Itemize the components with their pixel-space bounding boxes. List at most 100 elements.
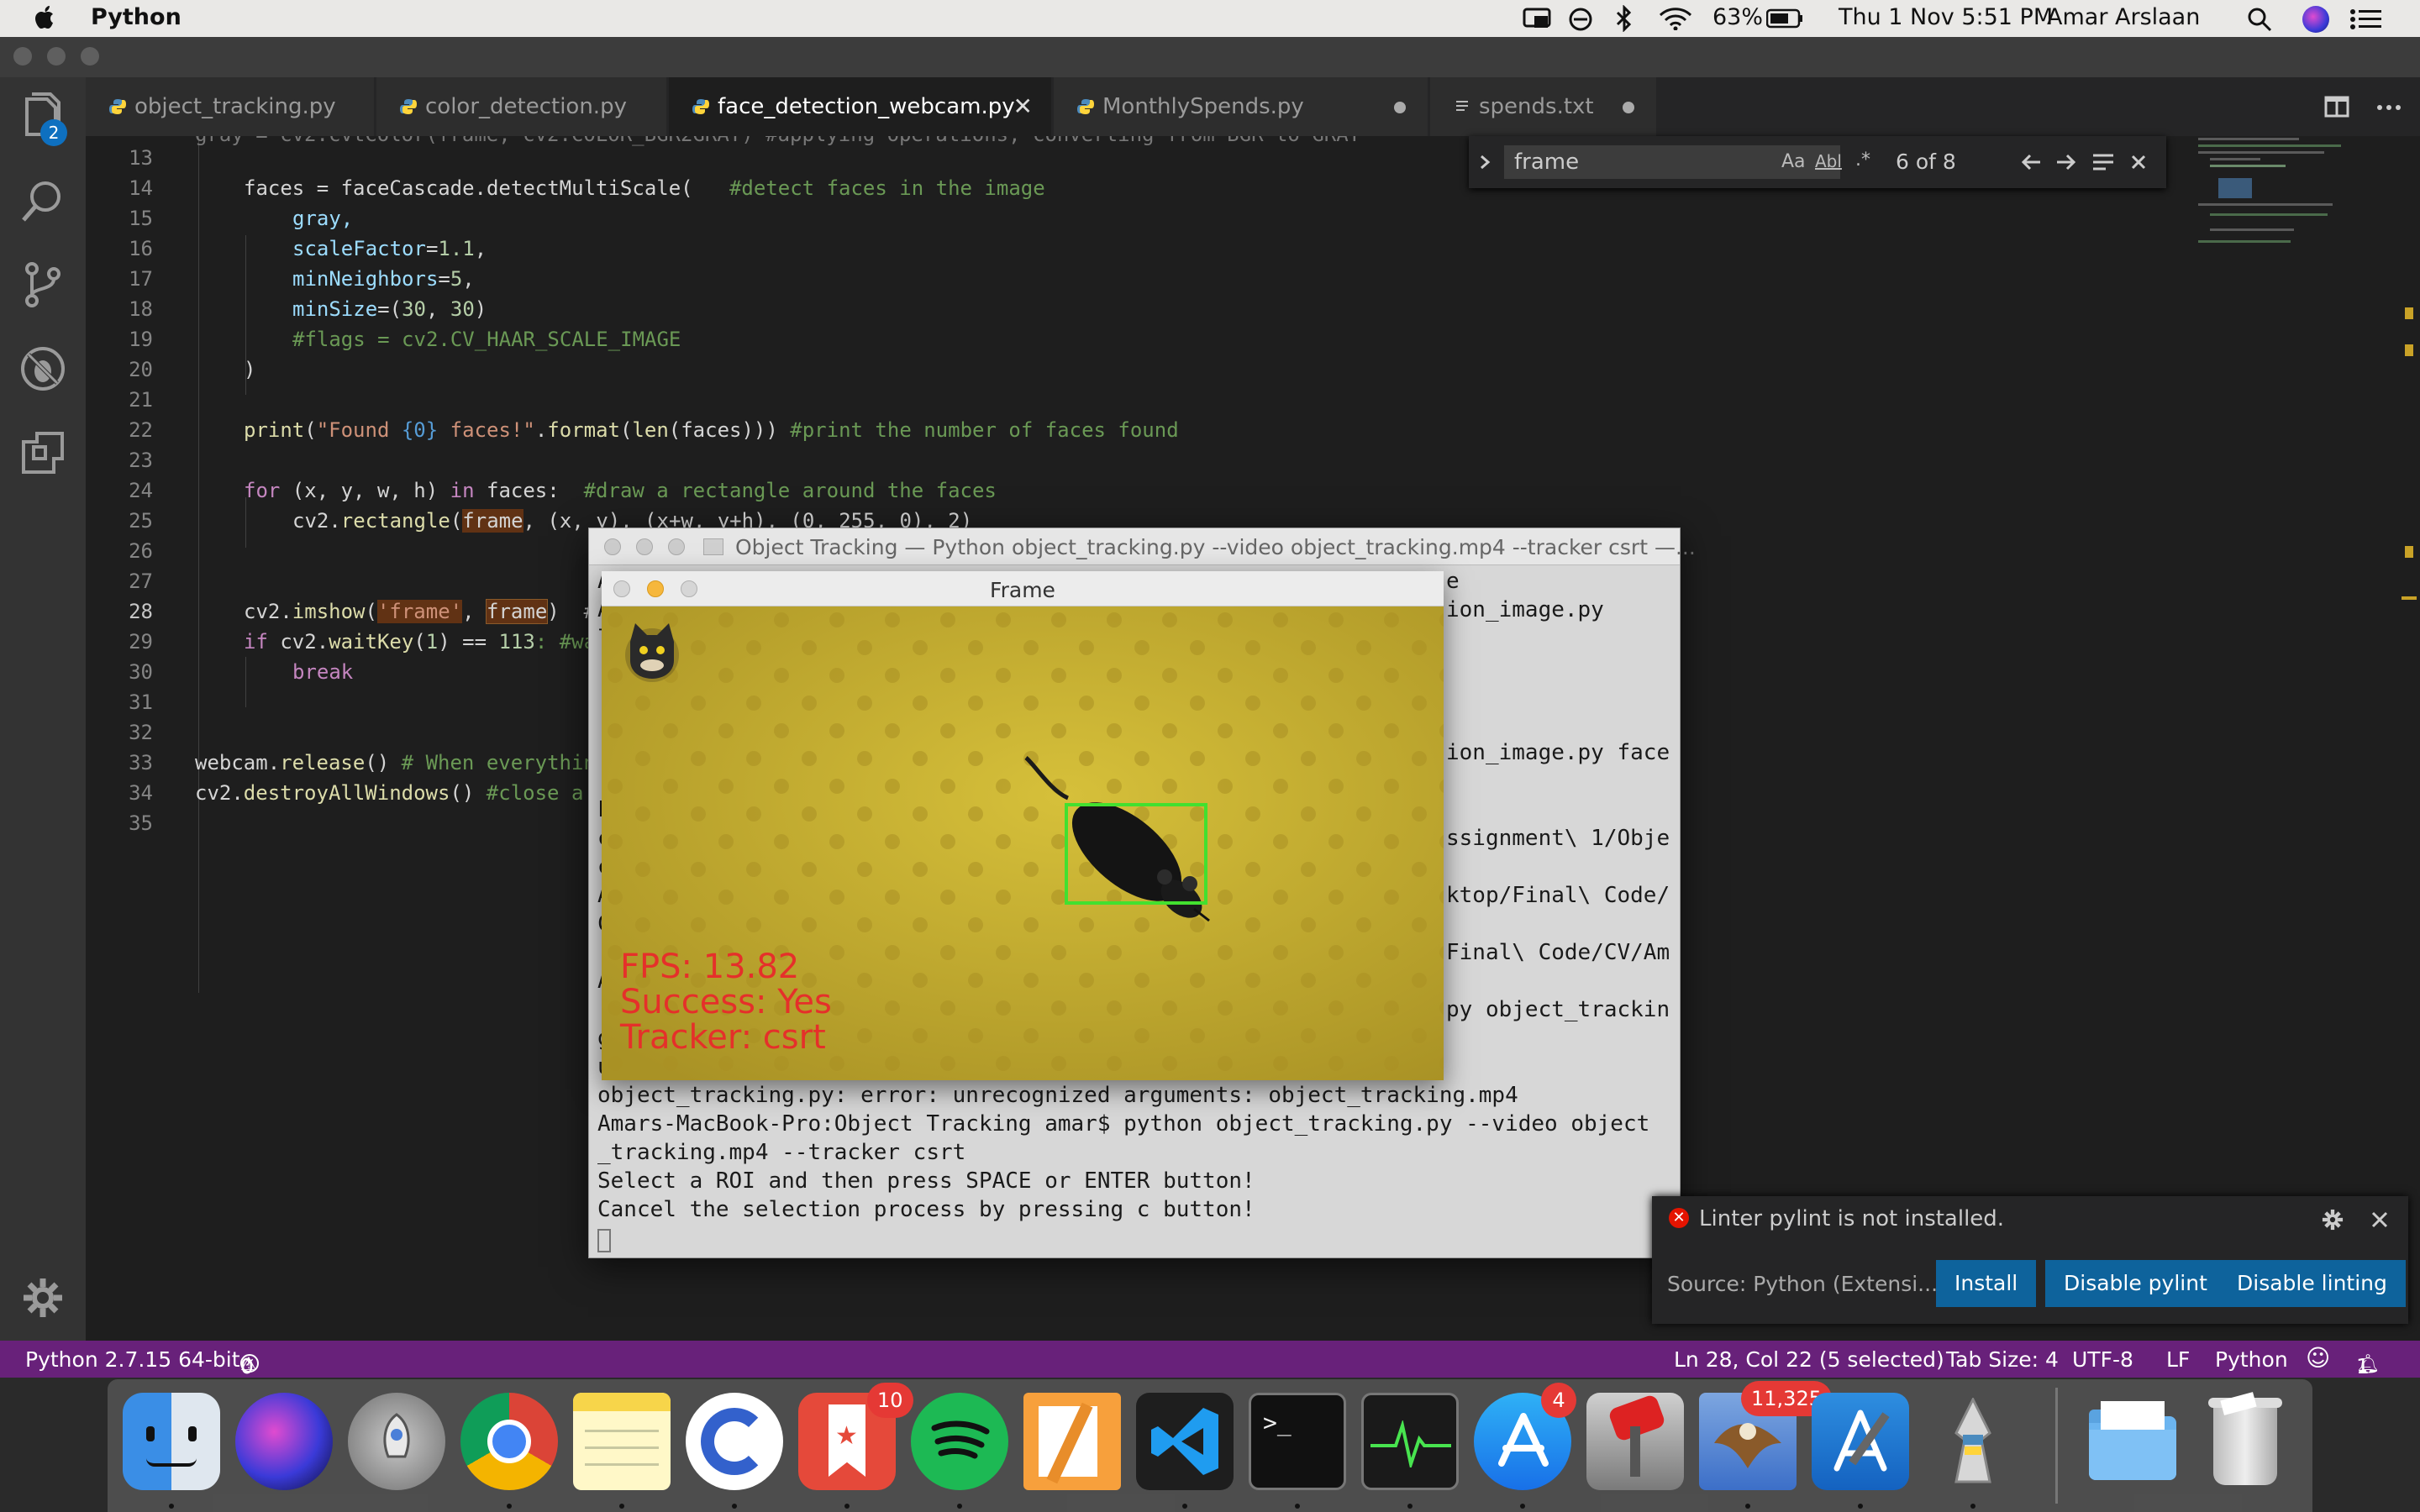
line-number: 34 <box>129 781 153 805</box>
user-name[interactable]: Amar Arslaan <box>2047 4 2200 30</box>
opencv-frame-window[interactable]: Frame FPS: 13.82 Success: Yes Tracker: c… <box>602 571 1444 1080</box>
battery-icon[interactable] <box>1766 8 1803 29</box>
tab-label: object_tracking.py <box>134 94 336 119</box>
python-launcher-icon[interactable] <box>1924 1393 2022 1490</box>
encoding[interactable]: UTF-8 <box>2072 1347 2133 1372</box>
terminal-minimize-button[interactable] <box>636 538 653 555</box>
terminal-zoom-button[interactable] <box>668 538 685 555</box>
indent-guide <box>245 657 246 707</box>
unsaved-dot-icon[interactable] <box>1623 102 1634 113</box>
find-widget: frame Aa Abl .* 6 of 8 <box>1469 136 2166 188</box>
search-icon[interactable] <box>18 176 67 225</box>
terminal-line: Amars-MacBook-Pro:Object Tracking amar$ … <box>597 1111 1650 1137</box>
terminal-fragment: ssignment\ 1/Obje <box>1446 826 1670 851</box>
siri-app-icon[interactable] <box>235 1393 333 1490</box>
close-tab-icon[interactable]: ✕ <box>1013 77 1033 136</box>
terminal-close-button[interactable] <box>604 538 621 555</box>
language-mode[interactable]: Python <box>2215 1347 2288 1372</box>
dock: ★ 10 >_ 4 11,325 <box>108 1379 2312 1512</box>
extensions-icon[interactable] <box>18 428 67 477</box>
close-find-icon[interactable] <box>2131 155 2146 170</box>
simplenote-icon[interactable] <box>686 1393 783 1490</box>
launchpad-icon[interactable] <box>348 1393 445 1490</box>
python-interpreter[interactable]: Python 2.7.15 64-bit <box>25 1347 240 1372</box>
line-number: 17 <box>129 267 153 291</box>
tab-spends-txt[interactable]: spends.txt <box>1430 77 1657 136</box>
terminal-titlebar[interactable]: Object Tracking — Python object_tracking… <box>589 528 1696 565</box>
scroll-marker <box>2402 596 2417 600</box>
end-of-line[interactable]: LF <box>2166 1347 2190 1372</box>
find-in-selection-icon[interactable] <box>2092 153 2114 171</box>
wifi-icon[interactable] <box>1659 7 1692 30</box>
previous-match-icon[interactable] <box>2020 153 2042 171</box>
siri-icon[interactable] <box>2302 6 2329 33</box>
line-number: 26 <box>129 539 153 563</box>
notification-center-icon[interactable] <box>2349 8 2383 30</box>
activity-monitor-icon[interactable] <box>1361 1393 1459 1490</box>
line-number: 19 <box>129 328 153 351</box>
bluetooth-icon[interactable] <box>1615 5 1634 32</box>
folder-icon <box>703 538 723 555</box>
app-menu-python[interactable]: Python <box>91 4 182 30</box>
match-case-icon[interactable]: Aa <box>1781 151 1806 172</box>
success-label: Success: Yes <box>620 983 832 1021</box>
tab-size[interactable]: Tab Size: 4 <box>1946 1347 2059 1372</box>
line-number: 14 <box>129 176 153 200</box>
running-indicator <box>619 1504 624 1509</box>
running-indicator <box>1858 1504 1863 1509</box>
trash-icon[interactable] <box>2196 1392 2294 1490</box>
running-indicator <box>1745 1504 1750 1509</box>
code-line-29: if cv2.waitKey(1) == 113: #wa <box>244 630 597 654</box>
terminal-line: Cancel the selection process by pressing… <box>597 1197 1255 1222</box>
notification-settings-icon[interactable] <box>2321 1208 2344 1231</box>
downloads-folder-icon[interactable] <box>2084 1393 2181 1490</box>
notes-icon[interactable] <box>573 1393 671 1490</box>
more-actions-icon[interactable] <box>2376 104 2402 111</box>
clock[interactable]: Thu 1 Nov 5:51 PM <box>1839 4 2053 30</box>
debug-icon[interactable] <box>18 344 67 393</box>
disable-linting-button[interactable]: Disable linting <box>2218 1260 2406 1307</box>
spotify-icon[interactable] <box>911 1393 1008 1490</box>
next-match-icon[interactable] <box>2055 153 2077 171</box>
terminal-line: Select a ROI and then press SPACE or ENT… <box>597 1168 1255 1194</box>
tab-object-tracking[interactable]: object_tracking.py <box>86 77 375 136</box>
feedback-smiley-icon[interactable]: ☺ <box>2306 1344 2330 1372</box>
source-control-icon[interactable] <box>18 260 67 309</box>
vscode-icon[interactable] <box>1136 1393 1234 1490</box>
finder-icon[interactable] <box>123 1393 220 1490</box>
split-editor-icon[interactable] <box>2324 96 2349 118</box>
running-indicator <box>1520 1504 1525 1509</box>
chrome-icon[interactable] <box>460 1393 558 1490</box>
instruments-icon[interactable] <box>1586 1393 1684 1490</box>
code-line-16: scaleFactor=1.1, <box>292 237 487 260</box>
wunderlist-badge: 10 <box>867 1383 913 1418</box>
whole-word-icon[interactable]: Abl <box>1815 151 1842 171</box>
regex-icon[interactable]: .* <box>1855 150 1870 171</box>
cursor-position[interactable]: Ln 28, Col 22 (5 selected) <box>1674 1347 1944 1372</box>
frame-titlebar[interactable]: Frame <box>602 571 1444 606</box>
terminal-app-icon[interactable]: >_ <box>1249 1393 1346 1490</box>
scroll-marker <box>2405 307 2413 319</box>
apple-icon[interactable] <box>34 5 55 30</box>
minimize-window-button[interactable] <box>47 47 66 66</box>
disable-pylint-button[interactable]: Disable pylint <box>2045 1260 2226 1307</box>
screen-mirroring-icon[interactable] <box>1523 8 1555 29</box>
terminal-fragment: py object_trackin <box>1446 997 1670 1022</box>
settings-gear-icon[interactable] <box>18 1273 67 1322</box>
do-not-disturb-icon[interactable] <box>1568 7 1593 32</box>
unsaved-dot-icon[interactable] <box>1394 102 1406 113</box>
toggle-replace-chevron-icon[interactable] <box>1479 155 1491 170</box>
tab-color-detection[interactable]: color_detection.py <box>376 77 667 136</box>
install-button[interactable]: Install <box>1936 1260 2037 1307</box>
pages-icon[interactable] <box>1023 1393 1121 1490</box>
spotlight-search-icon[interactable] <box>2247 7 2272 32</box>
code-line-19: #flags = cv2.CV_HAAR_SCALE_IMAGE <box>292 328 681 351</box>
close-window-button[interactable] <box>13 47 32 66</box>
tab-monthly-spends[interactable]: MonthlySpends.py <box>1054 77 1428 136</box>
minimap[interactable] <box>2185 136 2395 304</box>
close-notification-icon[interactable] <box>2371 1211 2388 1228</box>
running-indicator <box>507 1504 512 1509</box>
zoom-window-button[interactable] <box>81 47 99 66</box>
xcode-icon[interactable] <box>1812 1393 1909 1490</box>
tab-face-detection-webcam[interactable]: face_detection_webcam.py ✕ <box>669 77 1052 136</box>
